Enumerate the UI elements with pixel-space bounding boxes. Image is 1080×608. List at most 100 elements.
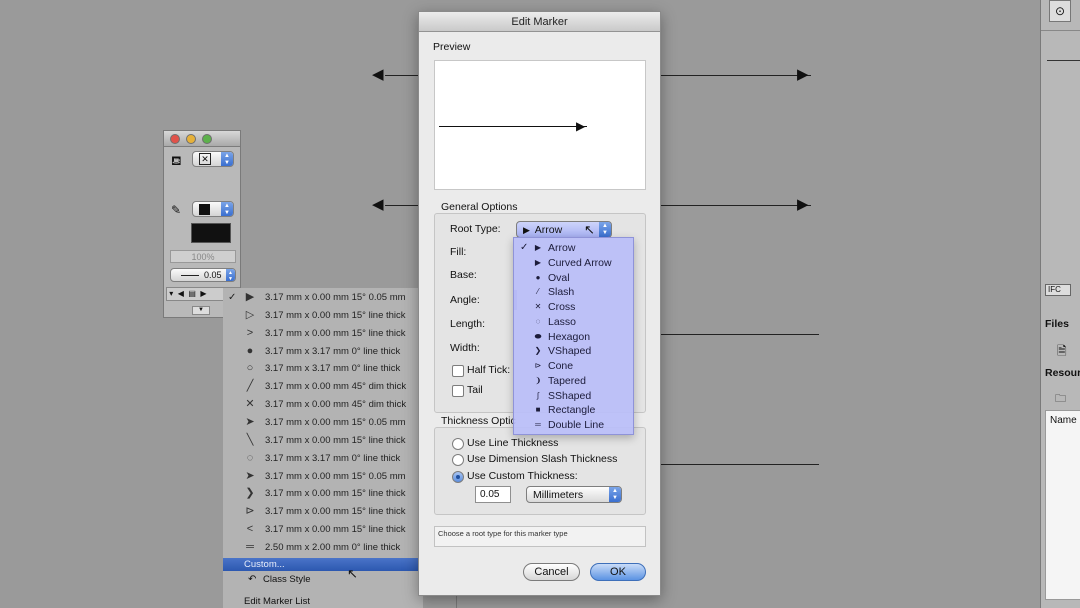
root-type-option-lasso[interactable]: ◌ Lasso	[514, 315, 633, 330]
marker-list-item[interactable]: ═ 2.50 mm x 2.00 mm 0° line thick	[223, 539, 423, 557]
view-tool-icon[interactable]: ⊙	[1049, 0, 1071, 22]
marker-icon: ╲	[246, 433, 254, 446]
palette-titlebar[interactable]	[164, 131, 240, 147]
line-sample	[181, 275, 199, 276]
root-type-option-rectangle[interactable]: ■ Rectangle	[514, 403, 633, 418]
marker-icon: ➤	[245, 469, 255, 482]
marker-shape-icon: ✕	[534, 302, 542, 311]
marker-list-item[interactable]: ○ 3.17 mm x 3.17 mm 0° line thick	[223, 360, 423, 378]
resource-list[interactable]: Name	[1045, 410, 1080, 600]
opacity-field[interactable]: 100%	[170, 250, 236, 263]
chevron-down-icon[interactable]: ▾	[167, 289, 173, 298]
root-type-popup[interactable]: ▶ Arrow ▲ ▼	[516, 221, 612, 238]
class-style-label: Class Style	[263, 574, 311, 585]
drawing-line[interactable]	[385, 205, 418, 206]
use-line-thickness-radio[interactable]	[452, 438, 464, 450]
root-type-option-cross[interactable]: ✕ Cross	[514, 300, 633, 315]
marker-icon: ⊳	[245, 505, 255, 518]
close-button[interactable]	[170, 134, 180, 144]
color-swatch[interactable]	[191, 223, 231, 243]
root-type-option-sshaped[interactable]: ∫ SShaped	[514, 389, 633, 404]
preview-area: ▶	[434, 60, 646, 190]
use-custom-thickness-radio[interactable]	[452, 471, 464, 483]
option-label: Cone	[548, 360, 574, 372]
marker-shape-icon: ❯	[534, 346, 542, 356]
use-line-thickness-label: Use Line Thickness	[467, 437, 559, 449]
tail-checkbox[interactable]	[452, 385, 464, 397]
custom-menu-item[interactable]: Custom...	[223, 558, 418, 571]
drawing-arrowhead: ◀	[372, 196, 384, 213]
edit-marker-list-item[interactable]: Edit Marker List	[223, 596, 418, 607]
popup-arrows-icon: ▲ ▼	[221, 152, 233, 166]
custom-thickness-field[interactable]: 0.05	[475, 486, 511, 503]
folder-icon[interactable]: 🗀	[1055, 390, 1066, 409]
class-style-menu-item[interactable]: ↶ Class Style	[223, 572, 418, 588]
units-popup[interactable]: Millimeters ▲ ▼	[526, 486, 622, 503]
files-label: Files	[1045, 318, 1069, 330]
marker-description: 3.17 mm x 0.00 mm 15° 0.05 mm	[265, 416, 406, 428]
pen-style-popup[interactable]: ▲ ▼	[192, 201, 234, 217]
preview-line	[439, 126, 587, 127]
angle-label: Angle:	[450, 294, 480, 306]
marker-list-item[interactable]: ✕ 3.17 mm x 0.00 mm 45° dim thick	[223, 396, 423, 414]
marker-icon: ╱	[246, 380, 254, 393]
drawing-line[interactable]	[661, 75, 811, 76]
popup-arrows-icon: ▲ ▼	[226, 269, 235, 282]
drawing-line[interactable]	[661, 464, 819, 465]
marker-icon: ✕	[245, 398, 255, 411]
snap-line-icon	[1047, 60, 1080, 61]
minimize-button[interactable]	[186, 134, 196, 144]
root-type-option-double-line[interactable]: ═ Double Line	[514, 418, 633, 433]
marker-list-item[interactable]: ⊳ 3.17 mm x 0.00 mm 15° line thick	[223, 503, 423, 521]
root-type-option-hexagon[interactable]: ⬬ Hexagon	[514, 330, 633, 345]
length-label: Length:	[450, 318, 486, 330]
marker-style-icon[interactable]: ▤	[186, 289, 196, 298]
marker-list-item[interactable]: ❯ 3.17 mm x 0.00 mm 15° line thick	[223, 485, 423, 503]
option-label: Lasso	[548, 315, 577, 328]
chevron-right-icon[interactable]: ▶	[198, 289, 206, 298]
marker-list-item[interactable]: ╲ 3.17 mm x 0.00 mm 15° line thick	[223, 432, 423, 450]
half-tick-checkbox[interactable]	[452, 365, 464, 377]
marker-list-item[interactable]: <3.17 mm x 0.00 mm 15° line thick	[223, 521, 423, 539]
marker-shape-icon: ▶	[534, 243, 542, 252]
drawing-line[interactable]	[385, 75, 418, 76]
document-icon[interactable]: 🗎	[1057, 342, 1067, 363]
root-type-option-cone[interactable]: ⊳ Cone	[514, 359, 633, 374]
root-type-option-curved-arrow[interactable]: ▶ Curved Arrow	[514, 256, 633, 271]
class-style-icon: ↶	[248, 574, 257, 585]
ok-button[interactable]: OK	[590, 563, 646, 581]
marker-list-item[interactable]: ● 3.17 mm x 3.17 mm 0° line thick	[223, 343, 423, 361]
base-label: Base:	[450, 269, 477, 281]
marker-list-item[interactable]: ➤ 3.17 mm x 0.00 mm 15° 0.05 mm	[223, 414, 423, 432]
fill-label: Fill:	[450, 246, 467, 258]
root-type-option-vshaped[interactable]: ❯ VShaped	[514, 344, 633, 359]
fill-bucket-icon: ⛾	[171, 153, 182, 168]
drawing-arrowhead: ▶	[797, 196, 809, 213]
root-type-option-oval[interactable]: ● Oval	[514, 271, 633, 286]
preview-arrow-icon: ▶	[576, 119, 586, 133]
option-label: Cross	[548, 301, 576, 313]
root-type-option-slash[interactable]: ⁄ Slash	[514, 285, 633, 300]
drawing-arrowhead: ▶	[797, 66, 809, 83]
cancel-button[interactable]: Cancel	[523, 563, 580, 581]
marker-description: 3.17 mm x 0.00 mm 15° line thick	[265, 434, 406, 446]
root-type-option-arrow[interactable]: ✓ ▶ Arrow	[514, 241, 633, 256]
line-thickness-popup[interactable]: 0.05 ▲ ▼	[170, 268, 236, 282]
fill-style-popup[interactable]: ✕ ▲ ▼	[192, 151, 234, 167]
zoom-button[interactable]	[202, 134, 212, 144]
drawing-line[interactable]	[661, 205, 811, 206]
ifc-tab[interactable]: IFC	[1045, 284, 1071, 296]
checkmark-icon: ✓	[228, 292, 237, 303]
chevron-left-icon[interactable]: ◀	[175, 289, 184, 298]
marker-list-item[interactable]: ➤ 3.17 mm x 0.00 mm 15° 0.05 mm	[223, 468, 423, 486]
marker-list-item[interactable]: >3.17 mm x 0.00 mm 15° line thick	[223, 325, 423, 343]
root-type-option-tapered[interactable]: ❩ Tapered	[514, 374, 633, 389]
marker-list-item[interactable]: ╱ 3.17 mm x 0.00 mm 45° dim thick	[223, 378, 423, 396]
popup-arrows-icon: ▲ ▼	[599, 222, 611, 237]
drawing-line[interactable]	[661, 334, 819, 335]
chevron-down-icon[interactable]: ▼	[192, 306, 210, 315]
marker-list-item[interactable]: ✓ ▶ 3.17 mm x 0.00 mm 15° 0.05 mm	[223, 289, 423, 307]
marker-list-item[interactable]: ▷ 3.17 mm x 0.00 mm 15° line thick	[223, 307, 423, 325]
marker-list-item[interactable]: ◌ 3.17 mm x 3.17 mm 0° line thick	[223, 450, 423, 468]
use-dimension-slash-thickness-radio[interactable]	[452, 454, 464, 466]
